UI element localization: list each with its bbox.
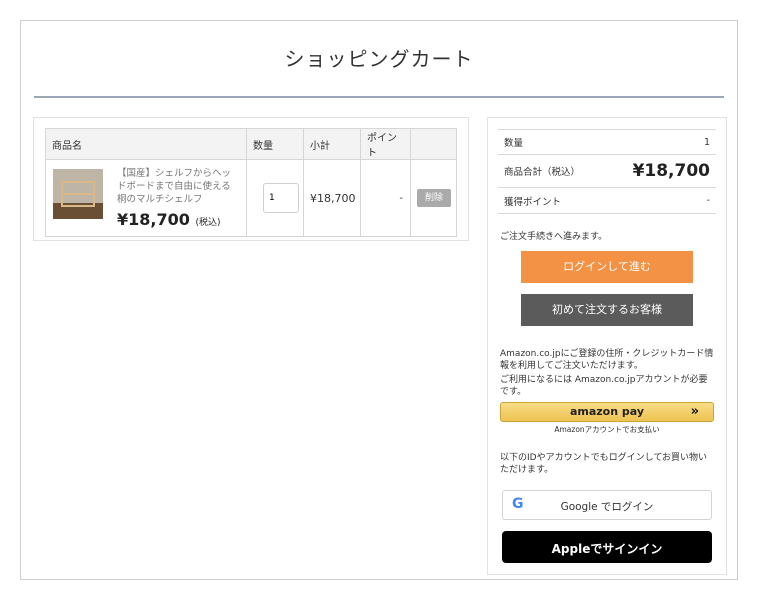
header-name: 商品名 <box>45 128 247 160</box>
summary-points-label: 獲得ポイント <box>504 196 562 208</box>
google-login-button[interactable]: G Google でログイン <box>502 490 712 520</box>
product-price: ¥18,700 (税込) <box>117 210 237 229</box>
apple-signin-button[interactable]: Appleでサインイン <box>502 531 712 563</box>
header-action <box>410 128 457 160</box>
title-divider <box>34 96 724 98</box>
product-cell: 【国産】シェルフからヘッドボードまで自由に使える 桐のマルチシェルフ ¥18,7… <box>45 159 247 237</box>
cart-panel: 商品名 数量 小計 ポイント 【国産】シェルフからヘッドボードまで自由に使える … <box>33 117 469 241</box>
action-cell: 削除 <box>410 159 457 237</box>
product-name-link[interactable]: 【国産】シェルフからヘッドボードまで自由に使える 桐のマルチシェルフ <box>117 167 240 206</box>
product-price-value: ¥18,700 <box>117 210 190 229</box>
header-subtotal: 小計 <box>303 128 361 160</box>
table-row: 【国産】シェルフからヘッドボードまで自由に使える 桐のマルチシェルフ ¥18,7… <box>45 159 457 237</box>
page-frame: ショッピングカート 商品名 数量 小計 ポイント 【国産】シェルフからヘッドボー… <box>20 20 738 580</box>
summary-total-row: 商品合計（税込） ¥18,700 <box>498 154 716 187</box>
header-points: ポイント <box>360 128 411 160</box>
cart-header-row: 商品名 数量 小計 ポイント <box>45 128 457 160</box>
amazon-pay-button[interactable]: amazon pay » <box>500 402 714 422</box>
summary-total-value: ¥18,700 <box>632 161 710 181</box>
summary-qty-row: 数量 1 <box>498 129 716 154</box>
subtotal-cell: ¥18,700 <box>303 159 361 237</box>
product-tax-label: (税込) <box>195 218 221 228</box>
quantity-input[interactable] <box>263 183 299 213</box>
qty-cell <box>246 159 304 237</box>
points-cell: - <box>360 159 411 237</box>
product-thumbnail[interactable] <box>53 169 103 219</box>
proceed-note: ご注文手続きへ進みます。 <box>500 232 608 242</box>
summary-total-label: 商品合計（税込） <box>504 167 581 178</box>
summary-qty-value: 1 <box>703 136 710 148</box>
apple-signin-label: Appleでサインイン <box>551 542 663 556</box>
header-qty: 数量 <box>246 128 304 160</box>
order-summary-panel: 数量 1 商品合計（税込） ¥18,700 獲得ポイント - ご注文手続きへ進み… <box>487 117 727 575</box>
google-login-label: Google でログイン <box>560 501 654 513</box>
delete-button[interactable]: 削除 <box>417 189 451 207</box>
amazon-pay-subtext: Amazonアカウントでお支払い <box>554 425 660 434</box>
summary-points-row: 獲得ポイント - <box>498 187 716 214</box>
summary-qty-label: 数量 <box>504 138 524 149</box>
amazon-note-2: ご利用になるには Amazon.co.jpアカウントが必要です。 <box>500 375 708 397</box>
first-order-button[interactable]: 初めて注文するお客様 <box>521 294 693 326</box>
login-proceed-button[interactable]: ログインして進む <box>521 251 693 283</box>
double-chevron-icon: » <box>690 404 699 419</box>
social-login-note: 以下のIDやアカウントでもログインしてお買い物いただけます。 <box>500 453 708 475</box>
page-title: ショッピングカート <box>284 47 474 71</box>
amazon-note-1: Amazon.co.jpにご登録の住所・クレジットカード情報を利用してご注文いた… <box>500 349 714 371</box>
amazon-pay-label: amazon pay <box>569 405 645 418</box>
cart-table: 商品名 数量 小計 ポイント 【国産】シェルフからヘッドボードまで自由に使える … <box>45 128 457 237</box>
summary-points-value: - <box>706 195 710 206</box>
